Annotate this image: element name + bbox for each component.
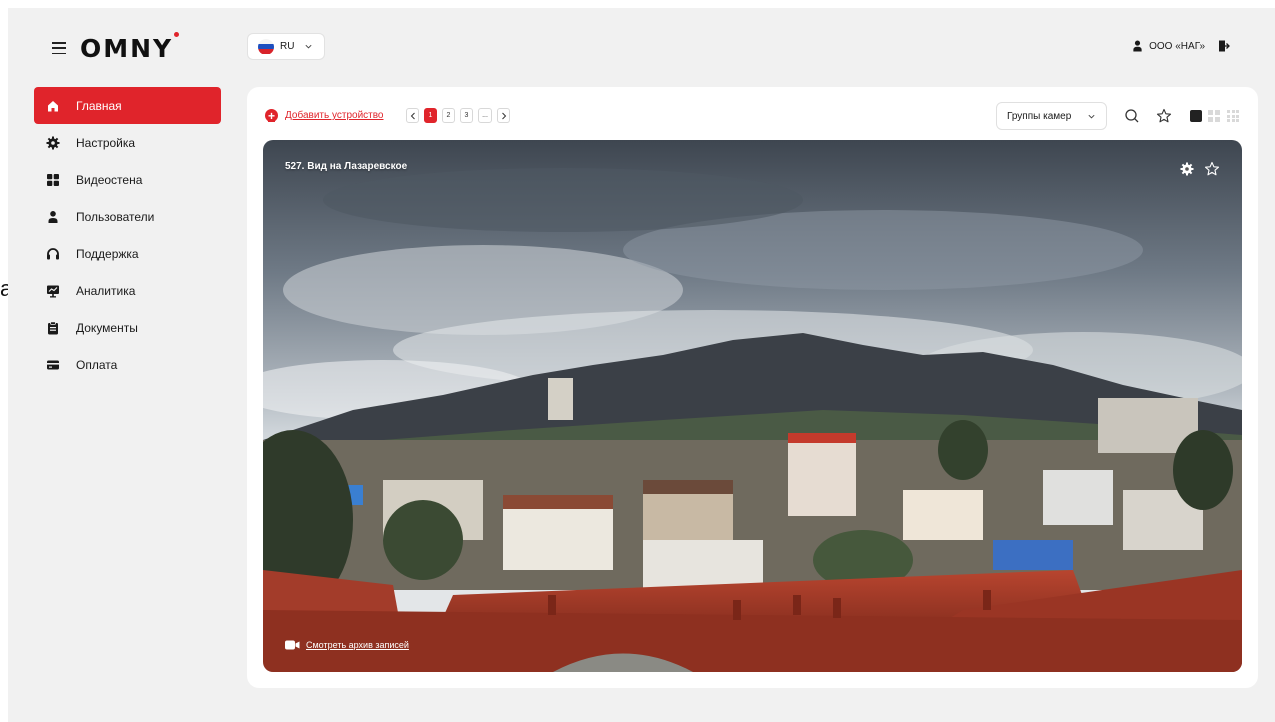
sidebar-item-label: Настройка [76, 135, 136, 150]
sidebar-item-documents[interactable]: Документы [34, 309, 221, 346]
logo[interactable]: OMNY [80, 32, 180, 63]
page-next-button[interactable] [497, 108, 510, 123]
sidebar-item-label: Оплата [76, 357, 118, 372]
grid-icon [46, 173, 60, 187]
watch-archive-link[interactable]: Смотреть архив записей [285, 640, 409, 650]
sidebar-item-label: Аналитика [76, 283, 136, 298]
camera-groups-label: Группы камер [1007, 110, 1072, 122]
camera-settings-gear-icon[interactable] [1180, 162, 1194, 176]
chevron-down-icon [1088, 114, 1095, 119]
add-device-button[interactable]: + Добавить устройство [265, 109, 384, 122]
chevron-right-icon [501, 112, 506, 119]
view-3x3-button[interactable] [1227, 110, 1239, 122]
document-icon [46, 320, 60, 335]
video-camera-icon [285, 640, 300, 650]
sidebar-item-analytics[interactable]: Аналитика [34, 272, 221, 309]
sidebar-item-payment[interactable]: Оплата [34, 346, 221, 383]
sidebar-item-label: Главная [76, 98, 122, 113]
sidebar-item-label: Документы [76, 320, 138, 335]
home-icon [46, 99, 60, 113]
user-icon [1133, 40, 1142, 52]
account-name: ООО «НАГ» [1149, 40, 1205, 52]
view-3x3-icon [1227, 110, 1230, 113]
chevron-left-icon [410, 112, 415, 119]
plus-icon: + [265, 109, 278, 122]
page-prev-button[interactable] [406, 108, 419, 123]
add-device-label: Добавить устройство [285, 110, 384, 121]
main-panel: + Добавить устройство 1 2 3 ... Группы к… [247, 87, 1258, 688]
sidebar-item-settings[interactable]: Настройка [34, 124, 221, 161]
sidebar-item-home[interactable]: Главная [34, 87, 221, 124]
page-button-1[interactable]: 1 [424, 108, 437, 123]
camera-feed-image [263, 140, 1242, 672]
camera-video[interactable]: 527. Вид на Лазаревское Смотреть архив з… [263, 140, 1242, 672]
sidebar-item-videowall[interactable]: Видеостена [34, 161, 221, 198]
camera-title: 527. Вид на Лазаревское [285, 161, 408, 172]
edge-glyph: a [0, 276, 8, 301]
headset-icon [46, 247, 60, 261]
language-select[interactable]: RU [247, 33, 325, 60]
page-button-2[interactable]: 2 [442, 108, 455, 123]
favorites-star-icon[interactable] [1156, 108, 1172, 124]
sidebar-item-users[interactable]: Пользователи [34, 198, 221, 235]
user-icon [46, 210, 60, 224]
camera-groups-select[interactable]: Группы камер [996, 102, 1107, 130]
russia-flag-icon [258, 38, 274, 55]
view-single-button[interactable] [1190, 110, 1202, 122]
page-ellipsis[interactable]: ... [478, 108, 492, 123]
view-2x2-icon [1208, 110, 1213, 115]
pagination: 1 2 3 ... [406, 108, 510, 123]
sidebar-item-label: Поддержка [76, 246, 139, 261]
view-single-icon [1190, 110, 1202, 122]
logout-icon[interactable] [1217, 39, 1231, 53]
analytics-icon [46, 284, 60, 298]
sidebar: Главная Настройка Видеостена Пользовател… [34, 87, 221, 383]
camera-favorite-star-icon[interactable] [1204, 161, 1220, 177]
sidebar-item-label: Пользователи [76, 209, 155, 224]
page-button-3[interactable]: 3 [460, 108, 473, 123]
view-2x2-button[interactable] [1208, 110, 1220, 122]
language-value: RU [280, 41, 295, 52]
account-menu[interactable]: ООО «НАГ» [1132, 40, 1205, 52]
gear-icon [46, 136, 60, 150]
watch-archive-label: Смотреть архив записей [306, 640, 409, 650]
menu-toggle-icon[interactable] [52, 42, 66, 54]
sidebar-item-support[interactable]: Поддержка [34, 235, 221, 272]
sidebar-item-label: Видеостена [76, 172, 143, 187]
chevron-down-icon [305, 44, 312, 49]
search-icon[interactable] [1124, 108, 1140, 124]
card-icon [46, 358, 60, 372]
